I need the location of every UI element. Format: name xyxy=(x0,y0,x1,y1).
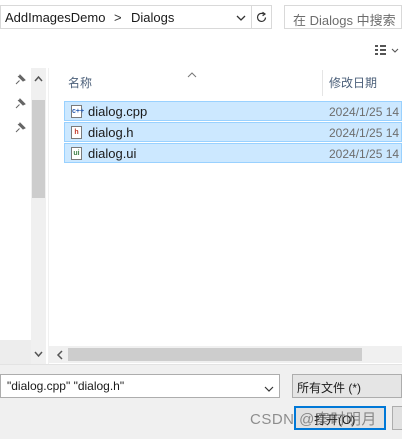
pin-icon[interactable] xyxy=(14,122,26,134)
ui-file-icon: ui xyxy=(71,147,82,160)
file-row-dialog-h[interactable]: h dialog.h 2024/1/25 14 xyxy=(64,122,402,142)
file-name: dialog.cpp xyxy=(88,104,148,119)
refresh-icon xyxy=(256,11,267,22)
file-icon-glyph: h xyxy=(74,129,79,136)
scroll-up-icon[interactable] xyxy=(32,73,45,83)
file-date: 2024/1/25 14 xyxy=(329,126,400,140)
column-header-name[interactable]: 名称 xyxy=(68,74,92,91)
file-icon-glyph: ui xyxy=(73,150,80,157)
filename-value: "dialog.cpp" "dialog.h" xyxy=(7,379,125,393)
chevron-down-icon[interactable] xyxy=(264,382,274,392)
breadcrumb-addimagesdemo[interactable]: AddImagesDemo xyxy=(5,10,105,25)
horizontal-scrollbar-thumb[interactable] xyxy=(68,348,362,361)
header-file-icon: h xyxy=(71,126,82,139)
file-date: 2024/1/25 14 xyxy=(329,147,400,161)
sort-ascending-icon xyxy=(187,67,197,78)
navigation-scrollbar-thumb[interactable] xyxy=(32,100,45,198)
file-date: 2024/1/25 14 xyxy=(329,105,400,119)
refresh-button[interactable] xyxy=(252,5,272,29)
search-input[interactable]: 在 Dialogs 中搜索 xyxy=(284,5,402,29)
pin-icon[interactable] xyxy=(14,98,26,110)
chevron-down-icon[interactable] xyxy=(234,11,248,25)
cpp-file-icon: c++ xyxy=(71,105,85,118)
breadcrumb-separator: > xyxy=(114,10,122,25)
breadcrumb-dialogs[interactable]: Dialogs xyxy=(131,10,174,25)
filename-combobox[interactable]: "dialog.cpp" "dialog.h" xyxy=(0,374,280,398)
scroll-left-icon[interactable] xyxy=(55,349,65,361)
column-divider[interactable] xyxy=(322,70,323,96)
change-view-button[interactable] xyxy=(372,40,402,60)
cancel-button[interactable] xyxy=(392,406,402,430)
navigation-pane-footer xyxy=(0,340,31,364)
search-placeholder: 在 Dialogs 中搜索 xyxy=(293,13,396,28)
view-options-icon xyxy=(375,45,399,55)
file-type-filter[interactable]: 所有文件 (*) xyxy=(292,374,402,398)
address-bar[interactable]: AddImagesDemo > Dialogs xyxy=(0,5,252,29)
file-icon-glyph: c++ xyxy=(72,108,85,115)
file-name: dialog.h xyxy=(88,125,134,140)
filter-value: 所有文件 (*) xyxy=(297,381,361,395)
scroll-down-icon[interactable] xyxy=(32,348,45,358)
file-name: dialog.ui xyxy=(88,146,137,161)
file-row-dialog-cpp[interactable]: c++ dialog.cpp 2024/1/25 14 xyxy=(64,101,402,121)
pin-icon[interactable] xyxy=(14,74,26,86)
file-row-dialog-ui[interactable]: ui dialog.ui 2024/1/25 14 xyxy=(64,143,402,163)
watermark: CSDN @秦时明月 xyxy=(250,411,377,428)
column-header-date-modified[interactable]: 修改日期 xyxy=(329,74,377,91)
